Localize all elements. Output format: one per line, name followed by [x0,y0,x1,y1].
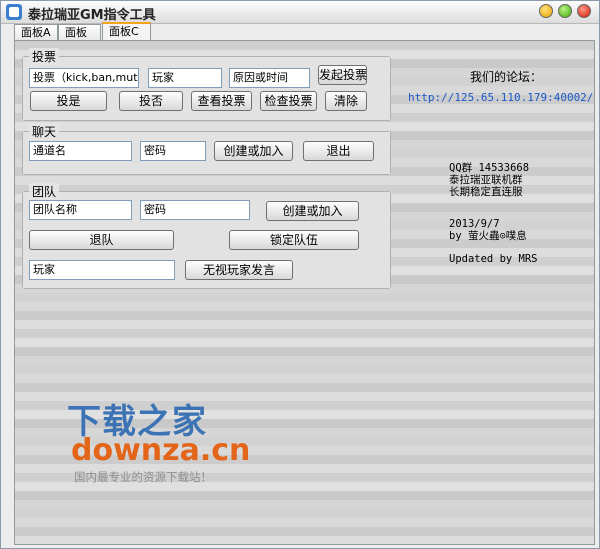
group-line-2: 长期稳定直连服 [449,186,523,198]
qq-group-text: QQ群 14533668 [449,162,530,174]
window-title: 泰拉瑞亚GM指令工具 [28,8,156,23]
app-icon [6,4,22,20]
background-stripe [15,500,594,509]
background-stripe [15,320,594,329]
watermark-slogan: 国内最专业的资源下载站！ [74,470,212,484]
team-create-join-button[interactable]: 创建或加入 [266,201,359,221]
background-stripe [15,491,594,500]
background-stripe [15,338,594,347]
vote-group: 投票 投票（kick,ban,mute, 玩家 原因或时间 发起投票 投是 投否… [22,48,391,121]
vote-reason-field[interactable]: 原因或时间 [229,68,310,88]
background-stripe [15,347,594,356]
team-name-field[interactable]: 团队名称 [29,200,132,220]
background-stripe [15,311,594,320]
leave-team-button[interactable]: 退队 [29,230,174,250]
background-stripe [15,329,594,338]
forum-label: 我们的论坛： [470,70,543,84]
chat-group: 聊天 通道名 密码 创建或加入 退出 [22,123,391,175]
vote-yes-button[interactable]: 投是 [30,91,107,111]
maximize-button[interactable] [558,4,572,18]
tab-panel-b[interactable]: 面板B [58,24,101,55]
team-password-field[interactable]: 密码 [140,200,250,220]
author-text: by 萤火蟲⊙噗息 [449,230,527,242]
vote-no-button[interactable]: 投否 [119,91,183,111]
check-vote-button[interactable]: 检查投票 [260,91,317,111]
background-stripe [15,293,594,302]
close-button[interactable] [577,4,591,18]
clear-vote-button[interactable]: 清除 [325,91,367,111]
background-stripe [15,509,594,518]
group-line-1: 泰拉瑞亚联机群 [449,174,523,186]
minimize-button[interactable] [539,4,553,18]
vote-player-field[interactable]: 玩家 [148,68,222,88]
chat-password-field[interactable]: 密码 [140,141,206,161]
title-bar[interactable]: 泰拉瑞亚GM指令工具 [1,1,599,24]
chat-exit-button[interactable]: 退出 [303,141,374,161]
background-stripe [15,302,594,311]
background-stripe [15,365,594,374]
updated-by-text: Updated by MRS [449,253,538,265]
team-group: 团队 团队名称 密码 创建或加入 退队 锁定队伍 玩家 无视玩家发言 [22,183,391,289]
lock-team-button[interactable]: 锁定队伍 [229,230,359,250]
chat-create-join-button[interactable]: 创建或加入 [214,141,293,161]
chat-channel-field[interactable]: 通道名 [29,141,132,161]
background-stripe [15,518,594,527]
view-vote-button[interactable]: 查看投票 [191,91,252,111]
start-vote-button[interactable]: 发起投票 [318,65,367,85]
background-stripe [15,374,594,383]
background-stripe [15,41,594,50]
vote-type-field[interactable]: 投票（kick,ban,mute, [29,68,139,88]
tab-panel-a[interactable]: 面板A [14,24,58,40]
team-group-legend: 团队 [29,183,60,200]
date-text: 2013/9/7 [449,218,500,230]
vote-group-legend: 投票 [29,48,60,65]
watermark-logo-en: downza.cn [71,433,251,468]
chat-group-legend: 聊天 [29,123,60,140]
background-stripe [15,383,594,392]
background-stripe [15,356,594,365]
ignore-player-chat-button[interactable]: 无视玩家发言 [185,260,293,280]
team-player-field[interactable]: 玩家 [29,260,175,280]
app-window: 泰拉瑞亚GM指令工具 面板A 面板B 面板C 投票 投票（kick,ban,mu… [0,0,600,549]
forum-link[interactable]: http://125.65.110.179:40002/ [408,91,593,104]
background-stripe [15,536,594,544]
tab-panel-c[interactable]: 面板C [102,22,151,41]
background-stripe [15,527,594,536]
background-stripe [15,122,594,131]
